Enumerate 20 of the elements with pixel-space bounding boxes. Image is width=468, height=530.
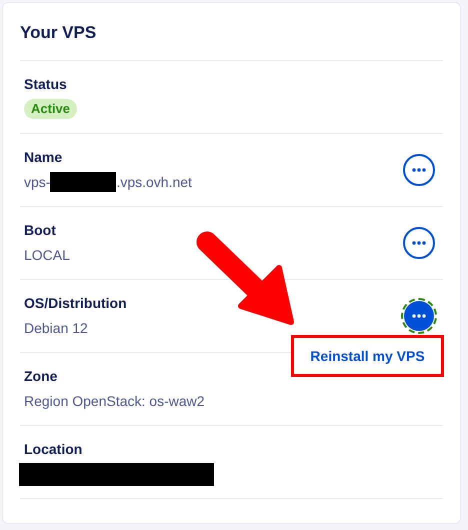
status-badge: Active	[24, 99, 78, 119]
more-options-button[interactable]	[403, 227, 435, 259]
ellipsis-icon	[412, 241, 426, 245]
field-label: OS/Distribution	[24, 294, 128, 313]
field-label: Status	[24, 75, 68, 94]
card-title: Your VPS	[20, 22, 98, 44]
more-options-button[interactable]	[403, 154, 435, 186]
field-label: Boot	[24, 221, 57, 240]
field-value: Region OpenStack: os-waw2	[24, 392, 205, 411]
field-label: Zone	[24, 367, 58, 386]
redaction-bar	[50, 172, 116, 192]
field-value: LOCAL	[24, 246, 70, 264]
menu-item[interactable]: Reinstall my VPS	[291, 335, 444, 377]
field-label: Location	[24, 440, 84, 459]
field-label: Name	[24, 148, 64, 167]
ellipsis-icon	[412, 314, 426, 318]
ellipsis-icon	[412, 168, 426, 172]
field-value: vps-	[24, 172, 50, 192]
field-value: Debian 12	[24, 318, 88, 338]
field-value: .vps.ovh.net	[116, 172, 192, 192]
